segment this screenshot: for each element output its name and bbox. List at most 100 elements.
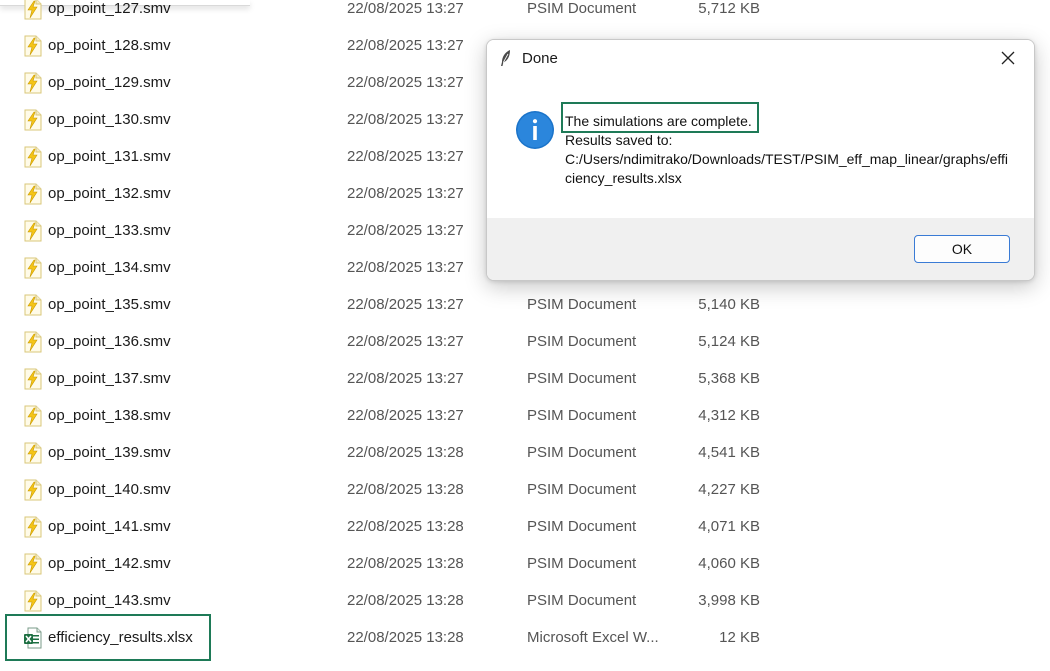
file-type: PSIM Document	[527, 0, 637, 17]
psim-file-icon	[24, 553, 42, 575]
file-row[interactable]: op_point_138.smv 22/08/2025 13:27 PSIM Doc…	[0, 398, 1050, 435]
file-date: 22/08/2025 13:27	[347, 74, 464, 91]
file-type: PSIM Document	[527, 481, 637, 498]
psim-file-icon	[24, 146, 42, 168]
file-type: PSIM Document	[527, 518, 637, 535]
dialog-message: The simulations are complete. Results sa…	[565, 112, 1009, 188]
psim-file-icon	[24, 220, 42, 242]
file-row[interactable]: op_point_127.smv 22/08/2025 13:27 PSIM Doc…	[0, 0, 1050, 28]
file-name: op_point_135.smv	[48, 296, 171, 313]
file-name: op_point_129.smv	[48, 74, 171, 91]
file-date: 22/08/2025 13:27	[347, 222, 464, 239]
file-date: 22/08/2025 13:27	[347, 148, 464, 165]
file-row[interactable]: op_point_141.smv 22/08/2025 13:28 PSIM Doc…	[0, 509, 1050, 546]
file-row[interactable]: op_point_140.smv 22/08/2025 13:28 PSIM Doc…	[0, 472, 1050, 509]
file-row[interactable]: op_point_143.smv 22/08/2025 13:28 PSIM Doc…	[0, 583, 1050, 620]
file-date: 22/08/2025 13:28	[347, 629, 464, 646]
dialog-footer: OK	[487, 218, 1034, 280]
file-name: op_point_131.smv	[48, 148, 171, 165]
file-type: PSIM Document	[527, 555, 637, 572]
close-button[interactable]	[988, 44, 1028, 72]
file-date: 22/08/2025 13:27	[347, 407, 464, 424]
file-date: 22/08/2025 13:28	[347, 444, 464, 461]
file-date: 22/08/2025 13:27	[347, 111, 464, 128]
file-name: op_point_138.smv	[48, 407, 171, 424]
file-size: 4,541 KB	[698, 444, 760, 461]
info-icon	[516, 111, 554, 149]
file-row[interactable]: op_point_142.smv 22/08/2025 13:28 PSIM Doc…	[0, 546, 1050, 583]
psim-file-icon	[24, 294, 42, 316]
file-name: op_point_142.smv	[48, 555, 171, 572]
file-row[interactable]: efficiency_results.xlsx 22/08/2025 13:28 M…	[0, 620, 1050, 657]
file-name: op_point_127.smv	[48, 0, 171, 17]
file-date: 22/08/2025 13:27	[347, 185, 464, 202]
psim-file-icon	[24, 442, 42, 464]
file-name: op_point_136.smv	[48, 333, 171, 350]
file-name: op_point_143.smv	[48, 592, 171, 609]
file-date: 22/08/2025 13:28	[347, 555, 464, 572]
file-date: 22/08/2025 13:27	[347, 0, 464, 17]
file-size: 4,060 KB	[698, 555, 760, 572]
file-size: 5,368 KB	[698, 370, 760, 387]
file-date: 22/08/2025 13:27	[347, 333, 464, 350]
psim-file-icon	[24, 331, 42, 353]
file-name: op_point_130.smv	[48, 111, 171, 128]
file-size: 4,312 KB	[698, 407, 760, 424]
file-name: op_point_141.smv	[48, 518, 171, 535]
message-results-label: Results saved to:	[565, 132, 673, 148]
message-path-end: ciency_results.xlsx	[565, 170, 682, 186]
file-type: PSIM Document	[527, 407, 637, 424]
file-row[interactable]: op_point_137.smv 22/08/2025 13:27 PSIM Doc…	[0, 361, 1050, 398]
file-name: efficiency_results.xlsx	[48, 629, 193, 646]
file-size: 5,124 KB	[698, 333, 760, 350]
file-type: PSIM Document	[527, 333, 637, 350]
file-type: PSIM Document	[527, 444, 637, 461]
file-date: 22/08/2025 13:27	[347, 296, 464, 313]
psim-file-icon	[24, 516, 42, 538]
feather-icon	[501, 50, 510, 66]
file-date: 22/08/2025 13:27	[347, 370, 464, 387]
file-date: 22/08/2025 13:28	[347, 481, 464, 498]
file-size: 4,071 KB	[698, 518, 760, 535]
file-size: 12 KB	[719, 629, 760, 646]
file-name: op_point_128.smv	[48, 37, 171, 54]
dialog-titlebar[interactable]: Done	[487, 40, 1034, 76]
file-type: Microsoft Excel W...	[527, 629, 659, 646]
file-date: 22/08/2025 13:28	[347, 518, 464, 535]
file-size: 5,712 KB	[698, 0, 760, 17]
file-size: 3,998 KB	[698, 592, 760, 609]
done-dialog: Done The simulations are complete. Resul…	[486, 39, 1035, 281]
file-date: 22/08/2025 13:27	[347, 259, 464, 276]
file-type: PSIM Document	[527, 592, 637, 609]
file-size: 4,227 KB	[698, 481, 760, 498]
file-name: op_point_139.smv	[48, 444, 171, 461]
psim-file-icon	[24, 257, 42, 279]
file-type: PSIM Document	[527, 296, 637, 313]
file-name: op_point_133.smv	[48, 222, 171, 239]
file-row[interactable]: op_point_135.smv 22/08/2025 13:27 PSIM Doc…	[0, 287, 1050, 324]
message-complete: The simulations are complete.	[565, 113, 752, 129]
psim-file-icon	[24, 72, 42, 94]
psim-file-icon	[24, 109, 42, 131]
psim-file-icon	[24, 368, 42, 390]
excel-file-icon	[24, 627, 42, 649]
psim-file-icon	[24, 35, 42, 57]
screen: op_point_127.smv 22/08/2025 13:27 PSIM Doc…	[0, 0, 1050, 671]
file-date: 22/08/2025 13:28	[347, 592, 464, 609]
ok-button[interactable]: OK	[914, 235, 1010, 263]
dialog-title: Done	[522, 50, 558, 67]
file-name: op_point_132.smv	[48, 185, 171, 202]
file-type: PSIM Document	[527, 370, 637, 387]
file-name: op_point_134.smv	[48, 259, 171, 276]
message-path: C:/Users/ndimitrako/Downloads/TEST/PSIM_…	[565, 151, 1009, 167]
file-size: 5,140 KB	[698, 296, 760, 313]
psim-file-icon	[24, 0, 42, 20]
file-name: op_point_137.smv	[48, 370, 171, 387]
close-icon	[1001, 51, 1015, 65]
psim-file-icon	[24, 479, 42, 501]
psim-file-icon	[24, 590, 42, 612]
file-row[interactable]: op_point_136.smv 22/08/2025 13:27 PSIM Doc…	[0, 324, 1050, 361]
psim-file-icon	[24, 183, 42, 205]
file-date: 22/08/2025 13:27	[347, 37, 464, 54]
file-row[interactable]: op_point_139.smv 22/08/2025 13:28 PSIM Doc…	[0, 435, 1050, 472]
